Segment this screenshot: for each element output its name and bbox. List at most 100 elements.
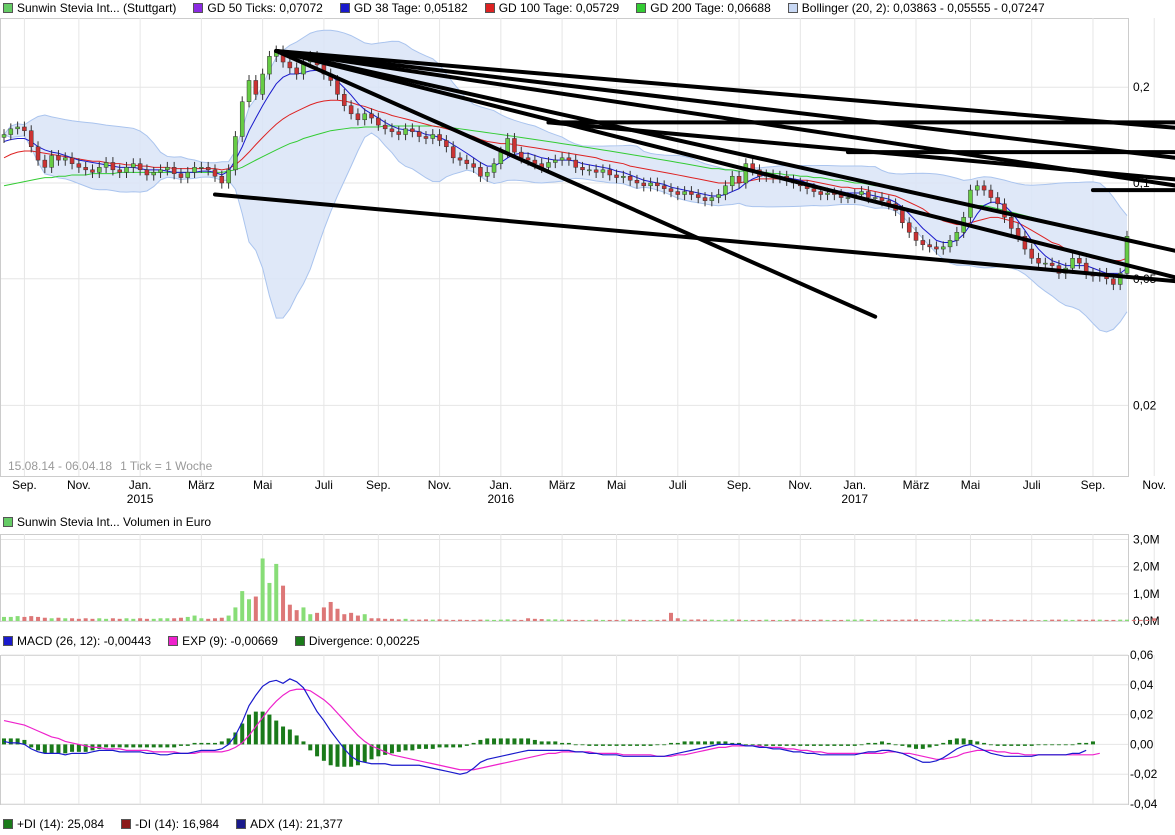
divergence-bar (505, 738, 510, 745)
candle-body (525, 157, 531, 161)
volume-bar (63, 618, 68, 621)
price-legend-swatch (636, 3, 647, 13)
volume-bar (988, 619, 993, 621)
candle-body (811, 188, 817, 192)
candle-body (940, 246, 946, 250)
volume-bar (614, 619, 619, 621)
volume-bar (471, 619, 476, 621)
divergence-bar (621, 744, 626, 746)
volume-bar (389, 618, 394, 621)
volume-bar (920, 619, 925, 621)
divergence-bar (185, 744, 190, 746)
candle-body (246, 80, 252, 103)
volume-bar (954, 619, 959, 621)
candle-body (600, 169, 606, 173)
divergence-bar (1063, 744, 1068, 746)
candle-body (682, 191, 687, 195)
month-label: Nov. (67, 478, 91, 492)
price-legend-swatch (339, 3, 350, 13)
volume-bar (1009, 619, 1014, 621)
candle-body (63, 157, 68, 161)
year-label: 2016 (487, 492, 514, 506)
candle-body (825, 192, 830, 195)
candle-body (866, 191, 871, 198)
volume-bar (349, 612, 354, 621)
candle-body (165, 167, 170, 171)
divergence-bar (328, 744, 333, 766)
volume-bar (532, 618, 537, 621)
volume-bar (308, 614, 313, 621)
volume-bar (83, 618, 88, 621)
divergence-bar (76, 744, 81, 752)
candle-body (171, 167, 177, 174)
candle-body (641, 182, 647, 187)
volume-bar (1152, 618, 1157, 621)
volume-bar (1029, 619, 1034, 621)
volume-bar (383, 618, 388, 621)
divergence-bar (982, 742, 987, 745)
candle-body (675, 191, 681, 195)
volume-bar (131, 618, 136, 621)
volume-bar (573, 619, 578, 621)
divergence-bar (750, 744, 755, 746)
divergence-bar (771, 744, 776, 746)
candle-body (723, 185, 728, 195)
volume-bar (451, 619, 456, 621)
divergence-bar (859, 744, 864, 746)
candle-body (607, 169, 612, 176)
volume-bar (886, 619, 891, 621)
divergence-bar (301, 741, 306, 745)
volume-bar (458, 619, 463, 621)
divergence-bar (212, 742, 217, 745)
month-label: März (549, 478, 576, 492)
month-label: Jan. (489, 478, 512, 492)
volume-bar (1070, 619, 1075, 621)
panel-frame (0, 655, 1129, 805)
divergence-bar (247, 714, 252, 745)
volume-bar (192, 615, 197, 621)
divergence-bar (587, 744, 592, 746)
volume-bar (247, 599, 252, 621)
volume-bar (1104, 619, 1109, 621)
volume-bar (641, 619, 646, 621)
candle-body (205, 167, 211, 171)
volume-bar (212, 618, 217, 621)
volume-bar (900, 619, 905, 621)
candle-body (348, 105, 354, 115)
divergence-bar (308, 744, 313, 751)
candle-body (369, 113, 374, 119)
month-label: Jan. (843, 478, 866, 492)
divergence-bar (662, 744, 667, 746)
volume-bar (144, 618, 149, 621)
volume-bar (410, 619, 415, 621)
candle-body (716, 194, 721, 198)
candle-body (954, 232, 960, 241)
dmi-legend-label: +DI (14): 25,084 (17, 817, 105, 831)
month-label: Jan. (129, 478, 152, 492)
volume-bar (2, 616, 6, 621)
candle-body (872, 197, 878, 199)
divergence-bar (777, 744, 782, 746)
divergence-bar (1090, 741, 1095, 745)
candle-body (22, 126, 27, 131)
month-label: Sep. (1081, 478, 1106, 492)
divergence-bar (580, 744, 585, 746)
candle-body (430, 134, 436, 139)
volume-bar (927, 619, 932, 621)
candle-body (287, 61, 293, 69)
candle-body (478, 167, 483, 177)
price-legend-label: GD 200 Tage: 0,06688 (650, 1, 771, 15)
volume-bar (172, 618, 177, 621)
divergence-bar (1022, 744, 1027, 746)
volume-bar (369, 618, 374, 621)
divergence-bar (927, 744, 932, 748)
volume-bar (845, 619, 850, 621)
divergence-bar (158, 744, 163, 748)
divergence-bar (614, 744, 619, 746)
price-tick-label: 0,2 (1133, 80, 1150, 94)
macd-legend-label: EXP (9): -0,00669 (182, 634, 278, 648)
candle-body (546, 162, 551, 168)
candle-body (144, 169, 150, 176)
volume-bar (1063, 619, 1068, 621)
month-label: Mai (253, 478, 272, 492)
